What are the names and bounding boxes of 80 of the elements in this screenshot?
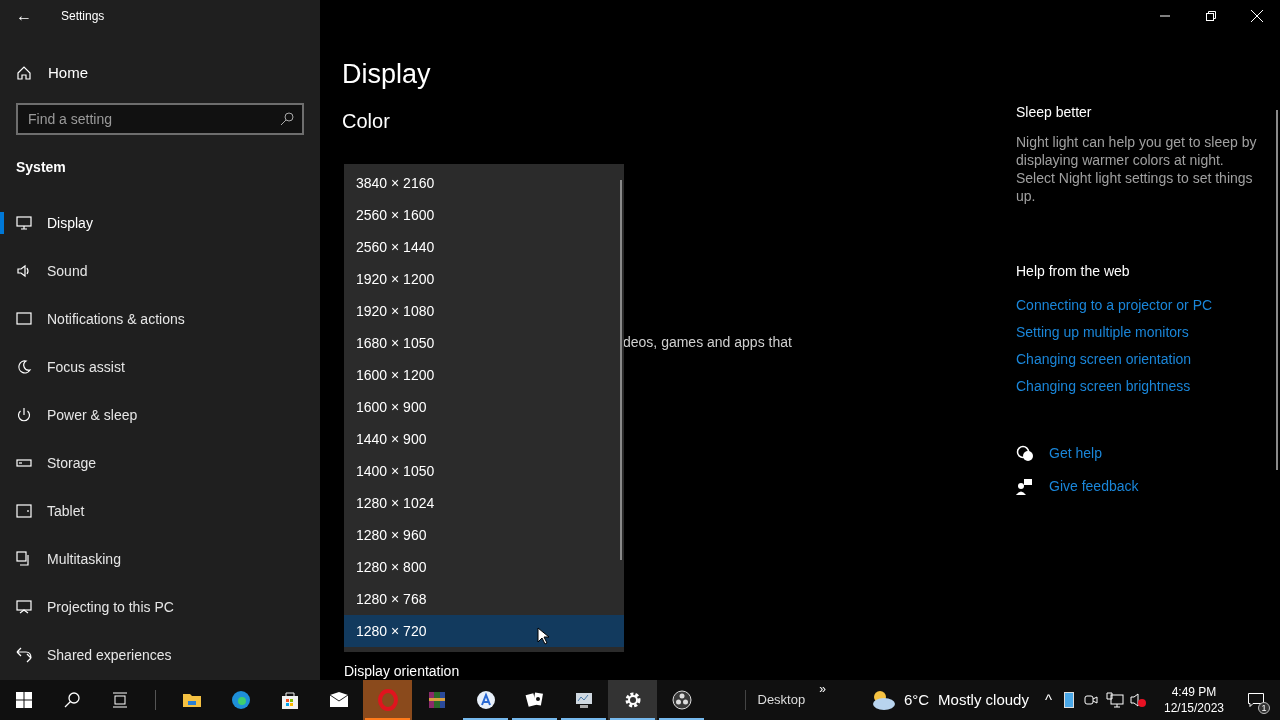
temperature-text[interactable]: 6°C — [903, 688, 930, 712]
sidebar-item[interactable]: Tablet — [0, 487, 320, 535]
dropdown-option[interactable]: 1280 × 1024 — [344, 487, 624, 519]
help-link[interactable]: Changing screen brightness — [1016, 377, 1280, 395]
scrollbar[interactable] — [1276, 110, 1278, 470]
dropdown-option[interactable]: 1440 × 900 — [344, 423, 624, 455]
help-text: Night light can help you get to sleep by displaying warmer colors at night. Select Night light settings to set things up. — [1016, 133, 1258, 205]
network-icon[interactable] — [1106, 692, 1124, 708]
more-button[interactable]: » — [819, 682, 826, 696]
muted-speaker-icon[interactable] — [1130, 692, 1146, 708]
section-heading: System — [15, 158, 67, 177]
sidebar-item[interactable]: Projecting to this PC — [0, 583, 320, 631]
notifications-icon — [16, 311, 32, 327]
help-link[interactable]: Get help — [1049, 443, 1102, 464]
display-icon — [16, 215, 32, 231]
search-field[interactable]: Find a setting — [16, 103, 304, 135]
camera-icon[interactable] — [1084, 692, 1098, 708]
projecting-icon — [16, 599, 32, 615]
dropdown-option[interactable]: 1600 × 1200 — [344, 359, 624, 391]
help-link[interactable]: Give feedback — [1049, 476, 1139, 497]
sidebar-item[interactable]: Sound — [0, 247, 320, 295]
search-icon — [64, 692, 80, 708]
home-link[interactable]: Home — [0, 49, 320, 97]
window-title: Settings — [61, 8, 105, 25]
field-label: Display orientation — [344, 662, 460, 681]
restore-icon — [1206, 11, 1216, 21]
sidebar-item[interactable]: Storage — [0, 439, 320, 487]
ring-logo-icon — [376, 689, 399, 711]
sidebar-item[interactable]: Focus assist — [0, 343, 320, 391]
weather-text[interactable]: Mostly cloudy — [938, 688, 1029, 712]
toolbar-label[interactable]: Desktop — [757, 690, 806, 710]
dropdown-option[interactable]: 1920 × 1080 — [344, 295, 624, 327]
sound-icon — [16, 263, 32, 279]
help-link[interactable]: Setting up multiple monitors — [1016, 323, 1280, 341]
focus-icon — [16, 359, 32, 375]
section-heading: Help from the web — [1016, 262, 1131, 281]
mouse-cursor-icon — [537, 627, 549, 645]
shared-icon — [16, 647, 32, 663]
tablet-icon — [16, 503, 32, 519]
description-text: deos, games and apps that — [623, 333, 792, 352]
person-speech-icon — [1016, 478, 1033, 495]
dropdown-option[interactable]: 1280 × 720 — [344, 615, 624, 647]
help-link[interactable]: Changing screen orientation — [1016, 350, 1280, 368]
dropdown-option[interactable]: 1280 × 960 — [344, 519, 624, 551]
dropdown-option[interactable]: 2560 × 1600 — [344, 199, 624, 231]
section-heading: Sleep better — [1016, 103, 1093, 122]
multitasking-icon — [16, 551, 32, 567]
notification-badge: 1 — [1258, 702, 1270, 714]
home-icon — [16, 65, 32, 81]
dropdown-option[interactable]: 1280 × 768 — [344, 583, 624, 615]
notification-button[interactable]: 1 — [1232, 680, 1280, 720]
windows-logo-icon — [16, 692, 32, 708]
dropdown-option[interactable]: 3840 × 2160 — [344, 167, 624, 199]
dropdown-option[interactable]: 1400 × 1050 — [344, 455, 624, 487]
sidebar-item[interactable]: Display — [0, 199, 320, 247]
sidebar-item[interactable]: Multitasking — [0, 535, 320, 583]
search-icon — [280, 112, 294, 126]
taskbar-app[interactable] — [608, 680, 657, 720]
sidebar-item[interactable]: Power & sleep — [0, 391, 320, 439]
close-icon — [1251, 10, 1263, 22]
dropdown-option[interactable]: 1600 × 900 — [344, 391, 624, 423]
tray-overflow-button[interactable]: ^ — [1044, 688, 1052, 712]
page-title: Display — [342, 58, 432, 91]
back-button[interactable]: ← — [0, 4, 48, 28]
letter-a-icon — [474, 689, 497, 711]
scrollbar[interactable] — [620, 180, 622, 560]
sidebar-item[interactable]: Notifications & actions — [0, 295, 320, 343]
message-icon — [1248, 693, 1264, 707]
dropdown-option[interactable]: 1920 × 1200 — [344, 263, 624, 295]
clock[interactable]: 4:49 PM 12/15/2023 — [1156, 684, 1232, 716]
dropdown-option[interactable]: 1280 × 800 — [344, 551, 624, 583]
speech-bubbles-icon — [1016, 445, 1033, 462]
section-heading: Color — [342, 109, 391, 134]
power-icon — [16, 407, 32, 423]
task-view-icon — [112, 692, 128, 708]
dropdown-option[interactable]: 2560 × 1440 — [344, 231, 624, 263]
sidebar-item[interactable]: Shared experiences — [0, 631, 320, 679]
dropdown-option[interactable]: 1680 × 1050 — [344, 327, 624, 359]
circle-logo-icon — [670, 689, 693, 711]
help-link[interactable]: Connecting to a projector or PC — [1016, 296, 1280, 314]
